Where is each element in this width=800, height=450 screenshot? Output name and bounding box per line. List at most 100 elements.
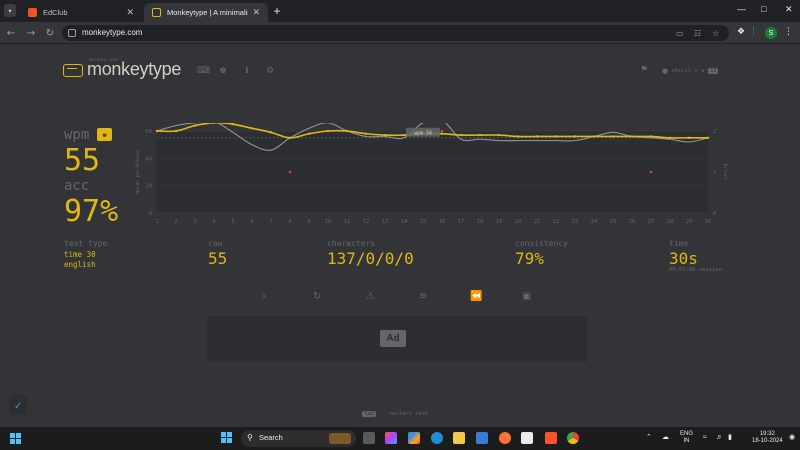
side-extension-icon[interactable]: ✓	[9, 395, 27, 415]
consistency-value[interactable]: 79%	[515, 249, 544, 268]
chrome-icon[interactable]	[567, 432, 579, 444]
chart-x-tick-label: 21	[534, 219, 541, 225]
chart-wpm-point	[307, 132, 311, 135]
logo-text: monkeytype	[87, 59, 182, 79]
widgets-icon[interactable]	[10, 433, 21, 444]
chart-x-tick-label: 17	[458, 219, 465, 225]
file-explorer-icon[interactable]	[453, 432, 465, 444]
close-tab-icon[interactable]: ✕	[252, 7, 260, 18]
taskbar-search[interactable]: ⚲ Search	[241, 430, 356, 447]
chart-x-tick-label: 20	[515, 219, 522, 225]
extensions-icon[interactable]: ❖	[737, 27, 745, 37]
edge-browser-icon[interactable]	[431, 432, 443, 444]
wpm-value: 55	[64, 143, 101, 178]
screenshot-image-icon[interactable]: ▣	[522, 291, 531, 302]
tab-search-icon[interactable]: ▾	[4, 4, 16, 17]
acc-value[interactable]: 97%	[64, 194, 118, 229]
chart-wpm-point	[383, 133, 387, 137]
report-warning-icon[interactable]: ⚠	[366, 291, 375, 302]
settings-gear-icon[interactable]: ⚙	[266, 66, 274, 76]
chart-wpm-point	[345, 129, 349, 133]
site-info-icon[interactable]	[68, 29, 76, 37]
chart-x-tick-label: 13	[382, 219, 389, 225]
user-icon: ●	[662, 67, 669, 75]
show-hidden-icons-chevron-icon[interactable]: ⌃	[646, 434, 652, 441]
toolbar-divider: |	[752, 26, 756, 36]
chart-y2-tick-label: 2	[713, 129, 716, 135]
microsoft-store-icon[interactable]	[476, 432, 488, 444]
next-test-chevron-icon[interactable]: ›	[262, 291, 266, 302]
task-view-icon[interactable]	[363, 432, 375, 444]
windows-taskbar: ⚲ Search ⌃ ☁ ENG IN ≈ ♬ ▮ 19:32 18-10-20…	[0, 427, 800, 450]
app-icon[interactable]	[521, 432, 533, 444]
chart-x-tick-label: 14	[401, 219, 408, 225]
replay-rewind-icon[interactable]: ⏪	[470, 291, 482, 302]
chart-wpm-point	[459, 133, 463, 137]
menu-kebab-icon[interactable]: ⋮	[784, 27, 793, 37]
chart-y2-axis-label: Errors	[722, 164, 728, 181]
new-tab-button[interactable]: +	[270, 3, 284, 19]
start-menu-icon[interactable]	[221, 432, 232, 443]
chart-wpm-point	[706, 136, 710, 140]
chart-x-tick-label: 18	[477, 219, 484, 225]
raw-value[interactable]: 55	[208, 249, 227, 268]
time-value[interactable]: 30s	[669, 249, 698, 268]
site-logo[interactable]: monkey see monkeytype	[63, 58, 182, 79]
profile-avatar[interactable]: S	[765, 27, 777, 39]
chart-wpm-point	[155, 129, 159, 133]
characters-value[interactable]: 137/0/0/0	[327, 249, 414, 268]
volume-icon[interactable]: ♬	[716, 434, 723, 441]
brave-browser-icon[interactable]	[545, 432, 557, 444]
characters-label: characters	[327, 239, 376, 248]
chart-tooltip-text: wpm 56	[414, 131, 432, 137]
chart-x-tick-label: 8	[288, 219, 291, 225]
chart-x-tick-label: 29	[686, 219, 693, 225]
about-info-icon[interactable]: ℹ	[245, 66, 248, 76]
chart-wpm-point	[687, 136, 691, 140]
copilot-icon[interactable]	[385, 432, 397, 444]
chart-wpm-point	[649, 135, 653, 138]
notification-center-icon[interactable]: ◉	[789, 434, 795, 441]
tab-edclub[interactable]: EdClub ✕	[20, 3, 142, 22]
restart-hint: tab - restart test	[362, 411, 429, 417]
chart-x-tick-label: 19	[496, 219, 503, 225]
browser-toolbar: ← → ↻ monkeytype.com ▭ ☷ ☆ ❖ | S ⋮	[0, 22, 800, 44]
close-window-button[interactable]: ✕	[785, 4, 793, 15]
words-history-list-icon[interactable]: ≡	[419, 291, 427, 302]
clock[interactable]: 19:32 18-10-2024	[752, 431, 783, 445]
restart-test-icon[interactable]: ↻	[313, 291, 321, 302]
battery-icon[interactable]: ▮	[728, 434, 732, 441]
maximize-button[interactable]: □	[761, 4, 766, 14]
url-text[interactable]: monkeytype.com	[82, 27, 142, 39]
store-colors-icon[interactable]	[408, 432, 420, 444]
account-menu[interactable]: ● sharil_v_a 13	[662, 67, 719, 75]
wpm-chart[interactable]: 02040600121 2 3 4 5 6 7 8 9 10 11 12 13 14 15 16 17 18 19 2…	[130, 123, 730, 233]
notifications-bell-icon[interactable]: ⚑	[640, 65, 648, 75]
firefox-icon[interactable]	[499, 432, 511, 444]
minimize-button[interactable]: —	[737, 4, 746, 14]
wifi-icon[interactable]: ≈	[703, 434, 707, 441]
language-code: ENG	[680, 431, 694, 437]
chart-x-tick-label: 23	[572, 219, 579, 225]
chart-wpm-point	[269, 131, 273, 134]
leaderboard-crown-icon[interactable]: ♚	[219, 66, 227, 76]
forward-arrow-icon[interactable]: →	[24, 26, 38, 40]
ad-slot[interactable]: Ad	[207, 316, 587, 362]
test-type-language: english	[64, 260, 96, 269]
chart-x-tick-label: 9	[307, 219, 310, 225]
keyboard-icon[interactable]: ⌨	[197, 66, 210, 76]
weather-cloud-icon[interactable]: ☁	[662, 434, 669, 441]
bookmark-star-icon[interactable]: ☆	[712, 29, 719, 38]
close-tab-icon[interactable]: ✕	[126, 7, 134, 18]
back-arrow-icon[interactable]: ←	[4, 26, 18, 40]
language-indicator[interactable]: ENG IN	[680, 431, 693, 445]
chart-wpm-point	[668, 136, 672, 140]
address-bar[interactable]: monkeytype.com ▭ ☷ ☆	[62, 25, 729, 41]
chart-wpm-point	[402, 133, 406, 137]
install-app-icon[interactable]: ▭	[676, 29, 684, 38]
reload-icon[interactable]: ↻	[43, 26, 57, 40]
chart-wpm-point	[174, 129, 178, 133]
username: sharil_v_a	[671, 68, 705, 74]
share-icon[interactable]: ☷	[694, 29, 701, 38]
tab-monkeytype[interactable]: Monkeytype | A minimalistic, c ✕	[144, 3, 268, 22]
